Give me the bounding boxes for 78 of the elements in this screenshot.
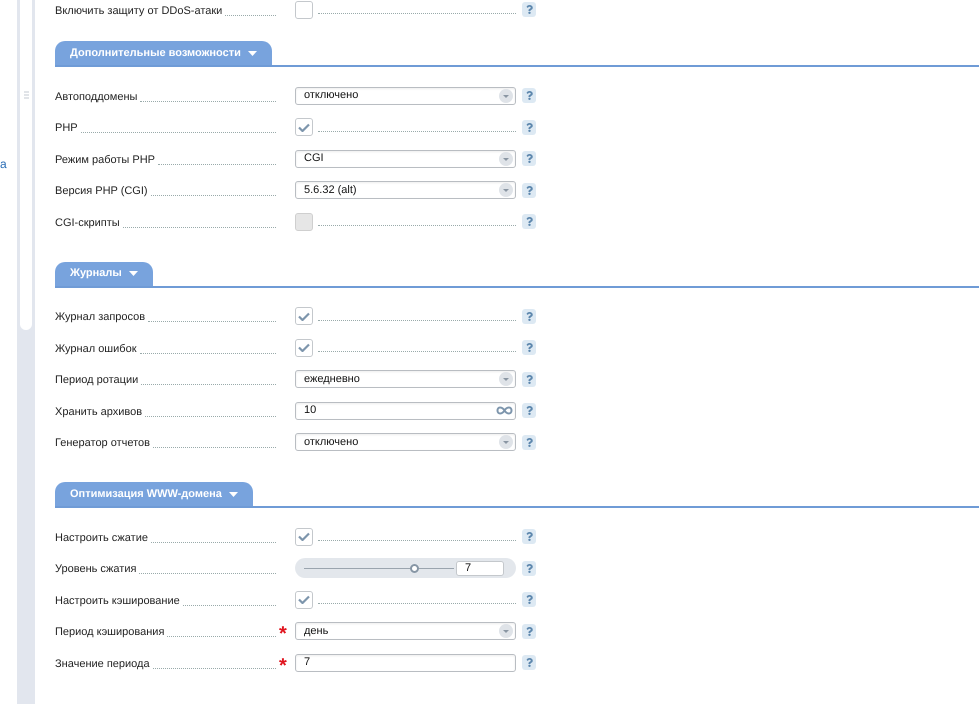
caret-down-icon [248, 50, 257, 56]
caret-down-icon [128, 271, 138, 276]
field-label: Хранить архивов [55, 406, 142, 418]
slider-value-field[interactable]: 7 [456, 560, 504, 576]
checkbox[interactable] [295, 590, 313, 609]
field-label: Включить защиту от DDoS-атаки [55, 6, 222, 17]
field-label: Уровень сжатия [55, 564, 136, 576]
question-icon [526, 91, 532, 100]
input-field[interactable]: 7 [295, 654, 516, 672]
question-icon [526, 186, 532, 195]
question-icon [526, 658, 532, 668]
field-label: Значение периода [55, 658, 150, 670]
select-field[interactable]: отключено [295, 86, 516, 105]
slider-thumb[interactable] [410, 564, 418, 573]
select-field[interactable]: ежедневно [295, 370, 516, 388]
question-icon [526, 595, 532, 604]
question-icon [526, 154, 532, 164]
field-label: Журнал запросов [55, 312, 146, 324]
help-button[interactable] [522, 624, 536, 639]
grip-icon [24, 91, 28, 99]
help-button[interactable] [522, 434, 536, 450]
select-field[interactable]: день [295, 622, 516, 640]
help-button[interactable] [522, 340, 536, 356]
checkmark-icon [298, 312, 310, 321]
checkbox[interactable] [295, 528, 313, 546]
caret-down-icon [228, 492, 238, 496]
question-icon [526, 374, 532, 384]
sidebar-link[interactable]: a [0, 157, 7, 171]
infinity-icon[interactable] [496, 406, 513, 416]
help-button[interactable] [522, 182, 536, 198]
select-field[interactable]: CGI [295, 150, 516, 168]
question-icon [526, 564, 532, 573]
field-label: Настроить сжатие [55, 532, 148, 544]
question-icon [526, 406, 532, 416]
question-icon [526, 312, 532, 321]
help-button[interactable] [522, 529, 536, 544]
field-label: Настроить кэширование [55, 596, 180, 607]
checkbox[interactable] [295, 0, 313, 19]
help-button[interactable] [522, 120, 536, 135]
checkmark-icon [298, 532, 310, 542]
question-icon [526, 532, 532, 542]
help-button[interactable] [522, 655, 536, 670]
field-label: Журнал ошибок [55, 344, 137, 355]
field-label: Автоподдомены [55, 92, 138, 103]
checkbox[interactable] [295, 338, 313, 357]
select-field[interactable]: отключено [295, 433, 516, 452]
required-mark: * [279, 623, 287, 646]
question-icon [526, 626, 532, 636]
field-label: Режим работы PHP [55, 154, 155, 166]
input-field[interactable]: 10 [295, 402, 516, 420]
field-label: Период кэширования [55, 627, 164, 638]
required-mark: * [279, 654, 287, 677]
checkmark-icon [298, 343, 310, 352]
question-icon [526, 5, 532, 14]
field-label: Версия PHP (CGI) [55, 186, 148, 198]
help-button[interactable] [522, 214, 536, 230]
checkmark-icon [298, 595, 310, 604]
help-button[interactable] [522, 88, 536, 104]
help-button[interactable] [522, 308, 536, 324]
field-label: Генератор отчетов [55, 438, 150, 450]
help-button[interactable] [522, 560, 536, 576]
select-field[interactable]: 5.6.32 (alt) [295, 181, 516, 200]
question-icon [526, 343, 532, 352]
checkmark-icon [298, 122, 310, 132]
checkbox[interactable] [295, 118, 313, 136]
help-button[interactable] [522, 2, 536, 18]
question-icon [526, 438, 532, 447]
help-button[interactable] [522, 372, 536, 387]
help-button[interactable] [522, 592, 536, 608]
field-label: CGI-скрипты [55, 218, 120, 229]
scrollbar-thumb[interactable] [20, 0, 32, 330]
help-button[interactable] [522, 403, 536, 418]
question-icon [526, 122, 532, 132]
help-button[interactable] [522, 151, 536, 166]
checkbox[interactable] [295, 307, 313, 326]
question-icon [526, 217, 532, 226]
field-label: PHP [55, 123, 78, 134]
field-label: Период ротации [55, 375, 138, 386]
